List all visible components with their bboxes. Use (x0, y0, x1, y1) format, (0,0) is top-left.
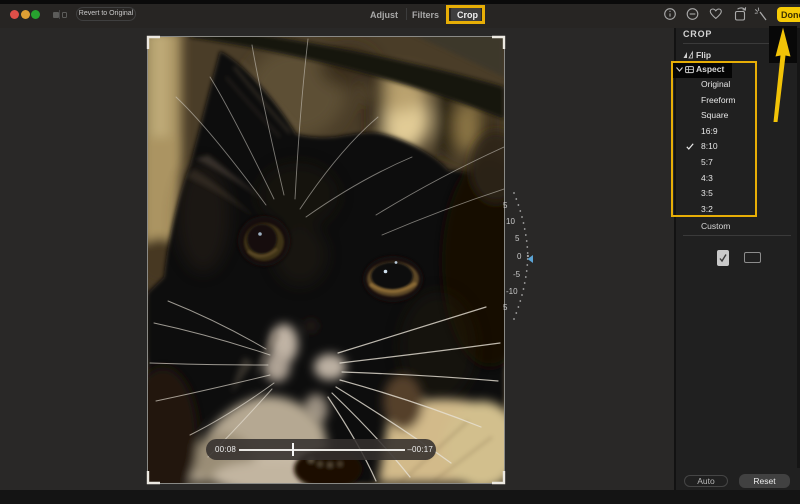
svg-text:0: 0 (517, 252, 522, 261)
svg-text:5: 5 (503, 201, 508, 210)
svg-text:10: 10 (506, 217, 515, 226)
svg-text:5: 5 (503, 303, 508, 312)
svg-text:-5: -5 (513, 270, 521, 279)
svg-text:5: 5 (515, 234, 520, 243)
svg-text:-10: -10 (506, 287, 518, 296)
